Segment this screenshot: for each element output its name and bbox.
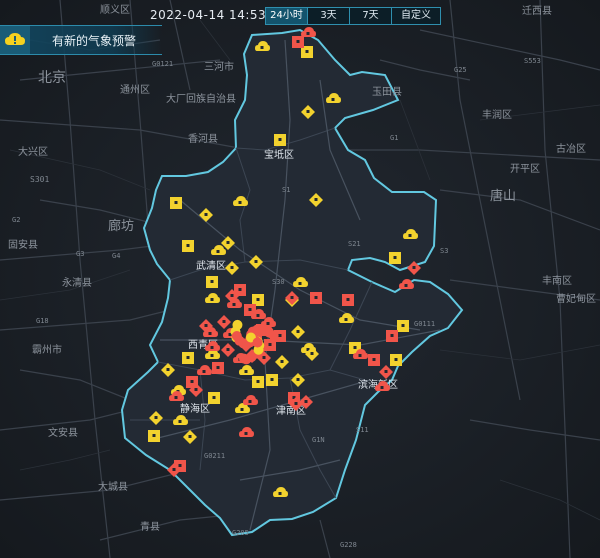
city-label: 文安县 <box>48 426 78 439</box>
alert-marker-icon[interactable] <box>212 362 224 374</box>
city-label: 霸州市 <box>32 343 62 356</box>
city-label: 永清县 <box>62 276 92 289</box>
alert-marker-icon[interactable] <box>292 36 304 48</box>
warning-marker-icon[interactable] <box>266 374 278 386</box>
svg-text:G4: G4 <box>112 252 120 260</box>
svg-text:G3: G3 <box>76 250 84 258</box>
svg-text:G25: G25 <box>454 66 467 74</box>
alert-marker-icon[interactable] <box>186 376 198 388</box>
svg-text:G1: G1 <box>390 134 398 142</box>
svg-text:S21: S21 <box>348 240 361 248</box>
svg-text:G2: G2 <box>12 216 20 224</box>
svg-text:S553: S553 <box>524 57 541 65</box>
road-label: S301 <box>30 175 49 184</box>
warning-marker-icon[interactable] <box>182 352 194 364</box>
district-label-jinghai: 静海区 <box>180 402 210 415</box>
city-label: 廊坊 <box>108 218 134 234</box>
city-label: 固安县 <box>8 238 38 251</box>
alert-text: 有新的气象预警 <box>52 34 137 48</box>
alert-marker-icon[interactable] <box>342 294 354 306</box>
warning-marker-icon[interactable] <box>182 240 194 252</box>
warning-marker-icon[interactable] <box>390 354 402 366</box>
alert-cluster-dot[interactable] <box>252 337 263 348</box>
city-label: 曹妃甸区 <box>556 292 596 305</box>
svg-text:G1N: G1N <box>312 436 325 444</box>
city-label: 大城县 <box>98 480 128 493</box>
warning-marker-icon[interactable] <box>148 430 160 442</box>
city-label: 青县 <box>140 520 160 533</box>
city-label: 开平区 <box>510 163 540 175</box>
district-label-baodi: 宝坻区 <box>264 148 294 161</box>
svg-text:G0121: G0121 <box>152 60 173 68</box>
alert-cluster-dot[interactable] <box>238 353 249 364</box>
city-label: 丰南区 <box>542 274 572 287</box>
svg-text:S11: S11 <box>356 426 369 434</box>
warning-marker-icon[interactable] <box>170 197 182 209</box>
svg-text:S3: S3 <box>440 247 448 255</box>
svg-text:S1: S1 <box>282 186 290 194</box>
tab-7d[interactable]: 7天 <box>350 8 392 24</box>
weather-alert-banner[interactable]: 有新的气象预警 <box>0 25 162 55</box>
svg-text:G0111: G0111 <box>414 320 435 328</box>
city-label: 通州区 <box>120 84 150 96</box>
alert-cluster-dot[interactable] <box>264 327 275 338</box>
city-label: 大兴区 <box>18 145 48 158</box>
city-label: 顺义区 <box>100 4 130 16</box>
alert-marker-icon[interactable] <box>386 330 398 342</box>
city-label: 古冶区 <box>556 142 586 155</box>
svg-text:G205: G205 <box>232 529 249 537</box>
alert-cluster-dot[interactable] <box>231 331 242 342</box>
tab-custom[interactable]: 自定义 <box>392 8 440 24</box>
tab-24h[interactable]: 24小时 <box>266 8 308 24</box>
city-label: 三河市 <box>204 60 234 73</box>
city-label: 丰润区 <box>482 108 512 121</box>
warning-marker-icon[interactable] <box>397 320 409 332</box>
cloud-warning-icon <box>0 26 30 54</box>
svg-text:S30: S30 <box>272 278 285 286</box>
city-label: 大厂回族自治县 <box>166 92 236 105</box>
alert-marker-icon[interactable] <box>368 354 380 366</box>
district-label-wuqing: 武清区 <box>196 259 226 272</box>
city-label: 北京 <box>38 70 66 86</box>
warning-marker-icon[interactable] <box>389 252 401 264</box>
alert-cluster-dot[interactable] <box>232 319 243 330</box>
tab-3d[interactable]: 3天 <box>308 8 350 24</box>
warning-marker-icon[interactable] <box>208 392 220 404</box>
svg-text:G228: G228 <box>340 541 357 549</box>
time-range-tabs[interactable]: 24小时 3天 7天 自定义 <box>265 7 441 25</box>
city-label: 唐山 <box>490 188 516 204</box>
warning-marker-icon[interactable] <box>274 134 286 146</box>
svg-text:G18: G18 <box>36 317 49 325</box>
city-label: 玉田县 <box>372 86 402 98</box>
svg-text:G0211: G0211 <box>204 452 225 460</box>
city-label: 香河县 <box>188 133 218 145</box>
weather-map[interactable]: 顺义区 迁西县 北京 通州区 大兴区 廊坊 固安县 永清县 霸州市 文安县 大城… <box>0 0 600 558</box>
warning-marker-icon[interactable] <box>252 376 264 388</box>
alert-marker-icon[interactable] <box>310 292 322 304</box>
warning-marker-icon[interactable] <box>206 276 218 288</box>
city-label: 迁西县 <box>522 5 552 17</box>
